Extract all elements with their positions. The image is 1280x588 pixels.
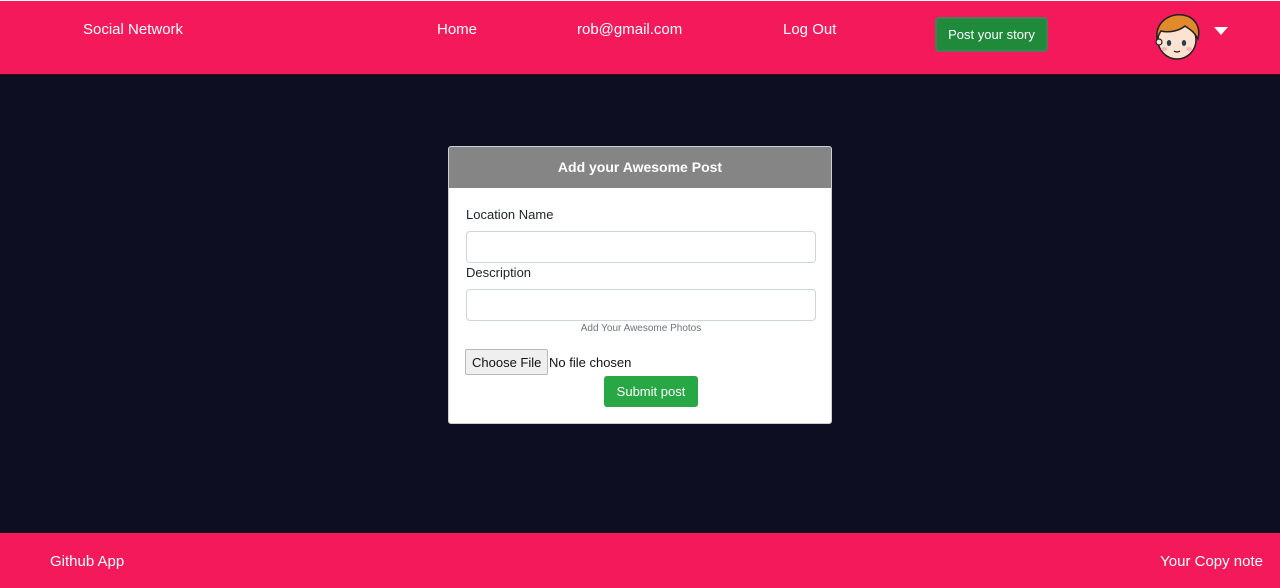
submit-post-button[interactable]: Submit post [604, 376, 698, 407]
nav-logout-link[interactable]: Log Out [783, 21, 836, 38]
nav-home-link[interactable]: Home [437, 21, 477, 38]
footer: Github App Your Copy note [0, 533, 1280, 588]
add-post-card: Add your Awesome Post Location Name Desc… [448, 146, 832, 424]
card-title: Add your Awesome Post [449, 147, 831, 188]
avatar-icon[interactable] [1149, 11, 1205, 61]
caret-down-icon[interactable] [1214, 27, 1228, 35]
location-label: Location Name [466, 207, 554, 222]
description-label: Description [466, 265, 532, 280]
nav-email-link[interactable]: rob@gmail.com [577, 21, 682, 38]
post-story-button[interactable]: Post your story [935, 17, 1048, 52]
choose-file-button[interactable]: Choose File [465, 349, 549, 375]
file-status-text: No file chosen [549, 355, 632, 370]
brand-link[interactable]: Social Network [83, 21, 183, 38]
description-input[interactable] [466, 289, 816, 321]
github-app-link[interactable]: Github App [50, 553, 124, 570]
photos-hint: Add Your Awesome Photos [580, 323, 702, 334]
copy-note: Your Copy note [1160, 553, 1263, 570]
location-input[interactable] [466, 231, 816, 263]
navbar: Social Network Home rob@gmail.com Log Ou… [0, 0, 1280, 75]
